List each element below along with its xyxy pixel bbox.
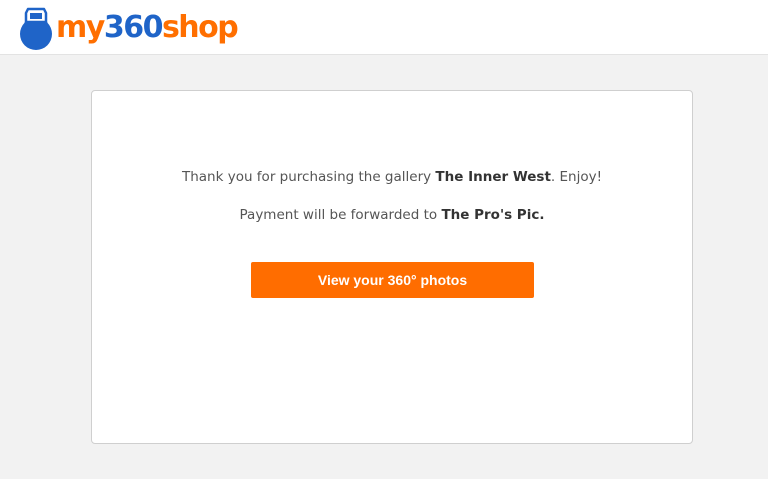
- logo-text-suffix: shop: [161, 10, 239, 45]
- logo-text-number: 360: [103, 10, 164, 45]
- logo-text-prefix: my: [56, 10, 105, 45]
- thank-you-prefix: Thank you for purchasing the gallery: [181, 169, 436, 185]
- logo-wordmark: my360shop: [56, 10, 239, 45]
- logo-link[interactable]: my360shop: [18, 4, 239, 52]
- site-header: my360shop: [0, 0, 768, 55]
- purchase-thank-you-message: Thank you for purchasing the gallery The…: [92, 169, 692, 185]
- confirmation-card: Thank you for purchasing the gallery The…: [91, 90, 693, 444]
- payee-name: The Pro's Pic.: [441, 207, 545, 223]
- thank-you-suffix: . Enjoy!: [550, 169, 603, 185]
- gallery-name: The Inner West: [435, 169, 551, 185]
- camera-drone-logo-icon: [20, 7, 52, 50]
- payment-forward-message: Payment will be forwarded to The Pro's P…: [92, 207, 692, 223]
- view-360-photos-button[interactable]: View your 360° photos: [251, 262, 534, 298]
- payment-prefix: Payment will be forwarded to: [239, 207, 442, 223]
